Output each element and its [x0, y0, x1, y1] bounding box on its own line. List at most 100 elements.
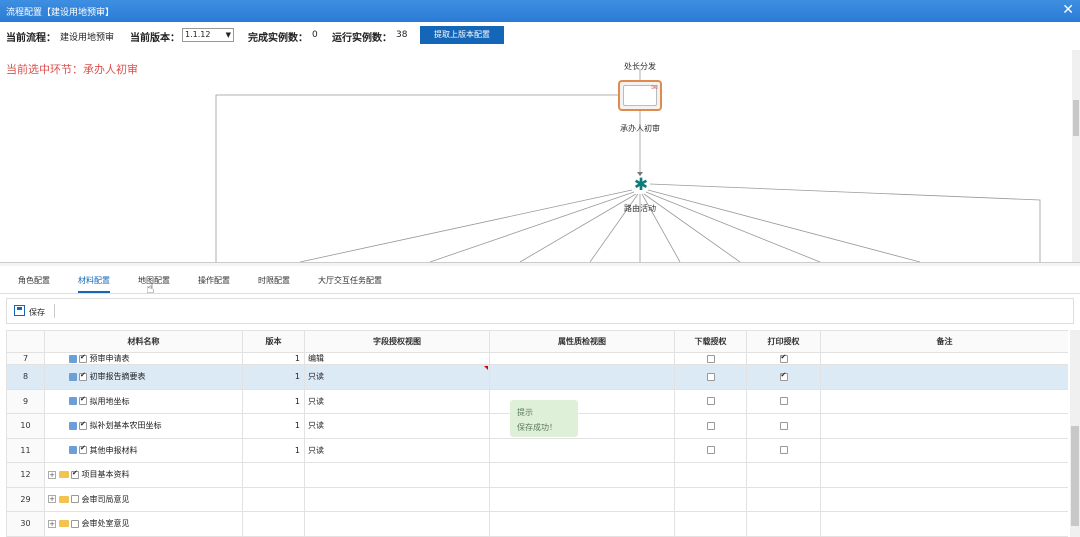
col-header-name[interactable]: 材料名称 — [44, 330, 243, 353]
window-title: 流程配置【建设用地预审】 — [6, 8, 115, 18]
row-checkbox[interactable] — [79, 395, 87, 406]
row-checkbox[interactable] — [79, 371, 87, 381]
task-node-label: 承办人初审 — [620, 124, 660, 133]
mouse-cursor-icon: ☝ — [146, 281, 155, 297]
flow-info-bar: 当前流程： 建设用地预审 当前版本： 1.1.12 ▼ 完成实例数： 0 运行实… — [0, 22, 1080, 48]
attr-view[interactable] — [489, 352, 675, 365]
material-name: 初审报告摘要表 — [89, 372, 146, 382]
col-header-print[interactable]: 打印授权 — [746, 330, 821, 353]
row-checkbox[interactable] — [79, 354, 87, 363]
print-checkbox[interactable] — [779, 371, 788, 381]
row-checkbox[interactable] — [71, 519, 79, 528]
row-checkbox[interactable] — [79, 444, 87, 455]
table-row[interactable]: 30 + 会审处室意见 — [6, 511, 1068, 537]
row-checkbox[interactable] — [79, 420, 87, 430]
grid-scrollbar-thumb[interactable] — [1071, 426, 1079, 526]
print-checkbox[interactable] — [779, 446, 788, 455]
toast-message: 保存成功！ — [517, 423, 557, 432]
field-view[interactable]: 只读 — [304, 364, 490, 390]
attr-view[interactable] — [489, 364, 675, 390]
grid-scrollbar[interactable] — [1070, 330, 1080, 537]
field-view[interactable]: 编辑 — [304, 352, 490, 365]
row-number: 9 — [6, 388, 45, 414]
material-version: 1 — [242, 352, 305, 365]
field-view[interactable]: 只读 — [304, 388, 490, 414]
folder-icon — [59, 495, 69, 503]
connector-right-loop — [649, 183, 1041, 262]
folder-name: 会审处室意见 — [81, 519, 130, 529]
expand-icon[interactable]: + — [48, 495, 56, 504]
running-count-value: 38 — [396, 30, 408, 40]
tab-role-config[interactable]: 角色配置 — [18, 275, 50, 286]
config-tabs: 角色配置 材料配置 地图配置 操作配置 时限配置 大厅交互任务配置 — [0, 266, 1080, 294]
save-button[interactable]: 保存 — [29, 307, 45, 318]
folder-icon — [59, 471, 69, 479]
tab-time-limit-config[interactable]: 时限配置 — [258, 275, 290, 286]
route-node-icon[interactable]: ✱ — [632, 176, 650, 194]
success-toast: 提示 保存成功！ — [510, 400, 578, 437]
fetch-previous-config-button[interactable]: 提取上版本配置 — [420, 26, 504, 44]
print-checkbox[interactable] — [779, 421, 788, 430]
remark-cell[interactable] — [820, 437, 1068, 463]
document-icon — [69, 446, 77, 455]
col-header-field-view[interactable]: 字段授权视图 — [304, 330, 490, 353]
flow-value: 建设用地预审 — [60, 33, 115, 43]
window-title-bar: 流程配置【建设用地预审】 ✕ — [0, 0, 1080, 22]
envelope-icon: ✉ — [651, 83, 658, 92]
print-checkbox[interactable] — [779, 354, 788, 363]
grid-toolbar: 保存 — [6, 298, 1074, 324]
print-checkbox[interactable] — [779, 397, 788, 406]
row-number: 10 — [6, 413, 45, 439]
toast-title: 提示 — [517, 408, 533, 417]
material-version: 1 — [242, 364, 305, 390]
remark-cell[interactable] — [820, 388, 1068, 414]
remark-cell[interactable] — [820, 364, 1068, 390]
workflow-diagram: 处长分发 ✉ 承办人初审 ✱ 路由活动 — [0, 50, 1080, 262]
col-header-num — [6, 330, 45, 353]
download-checkbox[interactable] — [706, 446, 715, 455]
tab-operation-config[interactable]: 操作配置 — [198, 275, 230, 286]
remark-cell[interactable] — [820, 413, 1068, 439]
folder-name: 会审司局意见 — [81, 494, 130, 504]
table-row[interactable]: 11 其他申报材料 1 只读 — [6, 437, 1068, 463]
document-icon — [69, 354, 77, 363]
material-name: 拟用地坐标 — [89, 396, 130, 406]
row-checkbox[interactable] — [71, 469, 79, 479]
table-row[interactable]: 29 + 会审司局意见 — [6, 486, 1068, 512]
material-name: 预审申请表 — [89, 354, 130, 363]
download-checkbox[interactable] — [706, 354, 715, 363]
save-icon[interactable] — [14, 305, 25, 316]
version-label: 当前版本： — [130, 33, 180, 44]
col-header-version[interactable]: 版本 — [242, 330, 305, 353]
field-view[interactable]: 只读 — [304, 437, 490, 463]
diagram-scrollbar[interactable] — [1072, 50, 1080, 262]
row-checkbox[interactable] — [71, 495, 79, 504]
tab-hall-task-config[interactable]: 大厅交互任务配置 — [318, 275, 382, 286]
download-checkbox[interactable] — [706, 397, 715, 406]
task-node-selected[interactable]: ✉ — [618, 80, 662, 111]
field-view[interactable]: 只读 — [304, 413, 490, 439]
table-row[interactable]: 7 预审申请表 1 编辑 — [6, 352, 1068, 365]
close-icon[interactable]: ✕ — [1062, 2, 1074, 18]
download-checkbox[interactable] — [706, 372, 715, 381]
diagram-scrollbar-thumb[interactable] — [1073, 100, 1079, 136]
document-icon — [69, 372, 77, 381]
folder-name: 项目基本资料 — [81, 470, 130, 480]
done-count-value: 0 — [312, 30, 318, 40]
table-row[interactable]: 8 初审报告摘要表 1 只读 — [6, 364, 1068, 390]
remark-cell[interactable] — [820, 352, 1068, 365]
download-checkbox[interactable] — [706, 421, 715, 430]
row-number: 30 — [6, 511, 45, 537]
row-number: 11 — [6, 437, 45, 463]
col-header-remark[interactable]: 备注 — [820, 330, 1068, 353]
tab-material-config[interactable]: 材料配置 — [78, 275, 110, 293]
col-header-attr-view[interactable]: 属性质检视图 — [489, 330, 675, 353]
attr-view[interactable] — [489, 437, 675, 463]
expand-icon[interactable]: + — [48, 470, 56, 479]
version-select[interactable]: 1.1.12 ▼ — [182, 28, 234, 42]
done-count-label: 完成实例数： — [248, 33, 308, 44]
col-header-download[interactable]: 下载授权 — [674, 330, 747, 353]
table-row[interactable]: 12 + 项目基本资料 — [6, 462, 1068, 488]
expand-icon[interactable]: + — [48, 519, 56, 528]
edited-marker — [484, 366, 488, 370]
